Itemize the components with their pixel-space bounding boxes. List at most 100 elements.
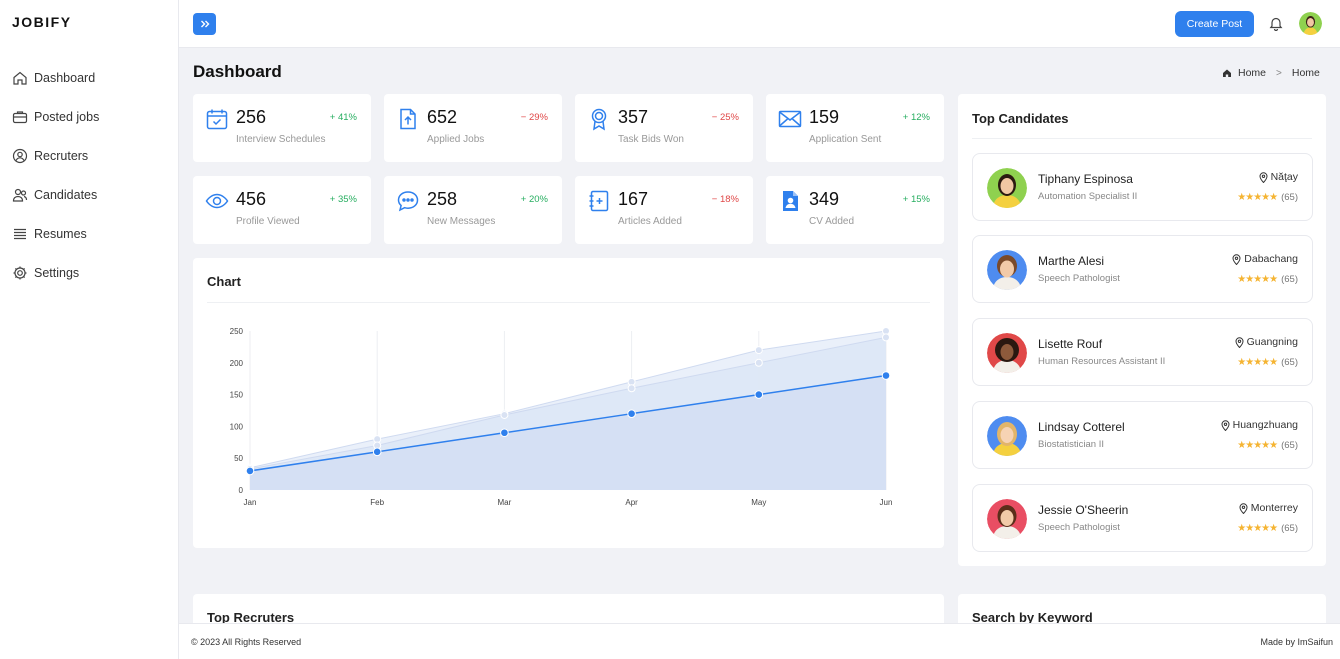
stat-change: − 18% <box>711 194 739 205</box>
create-post-button[interactable]: Create Post <box>1175 11 1254 37</box>
candidate-item[interactable]: Marthe Alesi Speech Pathologist Dabachan… <box>972 235 1313 303</box>
star-rating-icon: ★★★★★ <box>1237 274 1278 285</box>
home-icon <box>13 71 27 85</box>
candidate-rating-count: (65) <box>1281 274 1298 285</box>
stat-label: Interview Schedules <box>236 134 326 145</box>
sidebar-item-label: Dashboard <box>34 70 96 85</box>
chat-icon <box>397 191 419 212</box>
map-pin-icon <box>1259 171 1268 183</box>
stat-change: + 12% <box>902 112 930 123</box>
sidebar-item-label: Recruters <box>34 148 89 163</box>
x-tick-label: Apr <box>625 498 638 507</box>
page-title: Dashboard <box>193 62 282 81</box>
y-tick-label: 0 <box>239 486 244 495</box>
candidate-rating: ★★★★★ (65) <box>1237 274 1298 285</box>
star-rating-icon: ★★★★★ <box>1237 523 1278 534</box>
app-logo[interactable]: JOBIFY <box>12 14 72 30</box>
sidebar-nav: Dashboard Posted jobs Recruters Candidat… <box>0 58 178 292</box>
stat-value: 652 <box>427 107 458 127</box>
sidebar-toggle-button[interactable] <box>193 13 216 35</box>
data-point <box>754 358 763 367</box>
candidate-rating-count: (65) <box>1281 357 1298 368</box>
notification-bell-icon[interactable] <box>1269 16 1283 36</box>
x-tick-label: Jun <box>880 498 893 507</box>
candidate-avatar <box>987 416 1027 456</box>
candidate-location: Năţay <box>1259 171 1298 183</box>
sidebar-item-label: Candidates <box>34 187 98 202</box>
map-pin-icon <box>1221 419 1230 431</box>
stat-value: 357 <box>618 107 649 127</box>
candidate-item[interactable]: Tiphany Espinosa Automation Specialist I… <box>972 153 1313 221</box>
stat-value: 258 <box>427 189 458 209</box>
stat-value: 256 <box>236 107 267 127</box>
candidate-location-text: Năţay <box>1270 171 1298 183</box>
calendar-check-icon <box>206 109 228 130</box>
topbar: Create Post <box>179 0 1340 48</box>
candidate-location-text: Guangning <box>1246 336 1298 348</box>
users-icon <box>12 188 28 202</box>
stat-card-cv-added: 349 + 15% CV Added <box>766 176 944 244</box>
footer-copyright: © 2023 All Rights Reserved <box>191 637 302 647</box>
x-tick-label: Feb <box>370 498 384 507</box>
stat-card-profile-viewed: 456 + 35% Profile Viewed <box>193 176 371 244</box>
candidate-item[interactable]: Lindsay Cotterel Biostatistician II Huan… <box>972 401 1313 469</box>
chart-card: Chart 0 50 100 150 200 250 Jan Feb Mar Apr May Jun <box>193 258 944 548</box>
map-pin-icon <box>1235 336 1244 348</box>
data-point <box>245 466 255 476</box>
stat-value: 456 <box>236 189 267 209</box>
eye-icon <box>205 193 229 209</box>
data-point <box>500 428 509 438</box>
candidate-item[interactable]: Lisette Rouf Human Resources Assistant I… <box>972 318 1313 386</box>
y-tick-label: 100 <box>230 422 244 431</box>
divider <box>972 138 1312 139</box>
gear-icon <box>13 266 27 279</box>
sidebar-item-recruters[interactable]: Recruters <box>0 136 178 175</box>
candidate-rating-count: (65) <box>1281 523 1298 534</box>
stat-value: 167 <box>618 189 649 209</box>
candidate-rating: ★★★★★ (65) <box>1237 440 1298 451</box>
list-icon <box>14 228 26 239</box>
sidebar-item-label: Settings <box>34 265 80 280</box>
x-tick-label: May <box>751 498 766 507</box>
candidate-role: Speech Pathologist <box>1038 273 1120 284</box>
user-avatar[interactable] <box>1299 12 1322 35</box>
file-upload-icon <box>400 108 416 130</box>
home-icon <box>1223 69 1231 77</box>
candidate-name: Tiphany Espinosa <box>1038 172 1133 186</box>
notebook-plus-icon <box>589 190 609 212</box>
data-point <box>882 333 890 342</box>
candidate-name: Lindsay Cotterel <box>1038 420 1125 434</box>
sidebar-item-label: Resumes <box>34 226 87 241</box>
data-point <box>754 390 764 399</box>
candidate-location-text: Dabachang <box>1244 253 1298 265</box>
candidate-item[interactable]: Jessie O'Sheerin Speech Pathologist Mont… <box>972 484 1313 552</box>
candidate-location: Dabachang <box>1232 253 1298 265</box>
award-icon <box>591 108 607 131</box>
stat-change: + 20% <box>520 194 548 205</box>
y-tick-label: 50 <box>234 454 243 463</box>
y-tick-label: 250 <box>230 327 244 336</box>
mail-icon <box>778 110 802 128</box>
candidate-location: Huangzhuang <box>1221 419 1298 431</box>
candidate-avatar <box>987 250 1027 290</box>
breadcrumb: Home > Home <box>1222 67 1320 79</box>
stat-card-application-sent: 159 + 12% Application Sent <box>766 94 944 162</box>
sidebar-item-resumes[interactable]: Resumes <box>0 214 178 253</box>
sidebar-item-settings[interactable]: Settings <box>0 253 178 292</box>
top-candidates-card: Top Candidates Tiphany Espinosa Automati… <box>958 94 1326 566</box>
sidebar-item-posted-jobs[interactable]: Posted jobs <box>0 97 178 136</box>
sidebar-item-dashboard[interactable]: Dashboard <box>0 58 178 97</box>
top-candidates-title: Top Candidates <box>972 111 1069 126</box>
star-rating-icon: ★★★★★ <box>1237 357 1278 368</box>
sidebar-item-label: Posted jobs <box>34 109 100 124</box>
stat-change: − 25% <box>711 112 739 123</box>
candidate-rating-count: (65) <box>1281 440 1298 451</box>
data-point <box>754 346 763 355</box>
breadcrumb-home[interactable]: Home <box>1238 67 1266 79</box>
candidate-avatar <box>987 499 1027 539</box>
candidate-location-text: Huangzhuang <box>1232 419 1298 431</box>
stat-change: + 41% <box>329 112 357 123</box>
sidebar-item-candidates[interactable]: Candidates <box>0 175 178 214</box>
candidate-location: Guangning <box>1235 336 1298 348</box>
star-rating-icon: ★★★★★ <box>1237 192 1278 203</box>
